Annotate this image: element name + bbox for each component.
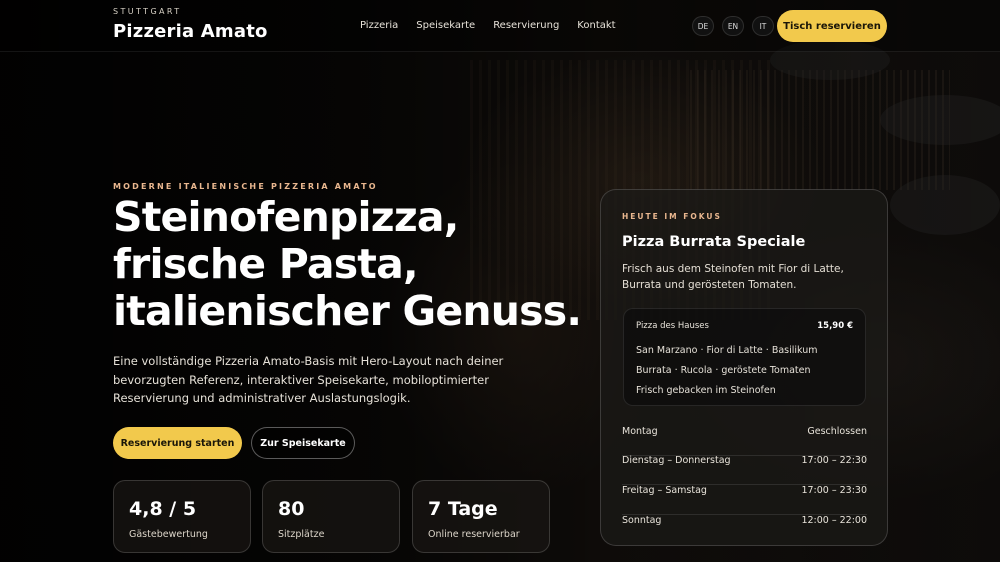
stat-value: 4,8 / 5 (129, 498, 197, 520)
hero-title: Steinofenpizza, frische Pasta, italienis… (113, 194, 583, 335)
hours-time: Geschlossen (807, 426, 867, 437)
hero-title-line: frische Pasta, (113, 240, 419, 288)
featured-item-price: 15,90 € (817, 321, 853, 331)
nav-kontakt[interactable]: Kontakt (577, 20, 615, 31)
nav-speisekarte[interactable]: Speisekarte (416, 20, 475, 31)
hours-day: Montag (622, 426, 658, 437)
main-nav: Pizzeria Speisekarte Reservierung Kontak… (360, 20, 634, 31)
featured-item-name: Pizza des Hauses (636, 321, 709, 331)
hero-description: Eine vollständige Pizzeria Amato-Basis m… (113, 354, 504, 405)
hours-day: Sonntag (622, 515, 662, 526)
focus-card: HEUTE IM FOKUS Pizza Burrata Speciale Fr… (600, 189, 888, 546)
lang-it-button[interactable]: IT (752, 16, 774, 36)
hero-eyebrow: MODERNE ITALIENISCHE PIZZERIA AMATO (113, 182, 378, 191)
hours-time: 12:00 – 22:00 (801, 515, 867, 526)
focus-title: Pizza Burrata Speciale (622, 234, 806, 250)
hours-day: Dienstag – Donnerstag (622, 455, 731, 466)
hero-title-line: Steinofenpizza, (113, 193, 459, 241)
ingredient-line: Burrata · Rucola · geröstete Tomaten (636, 365, 811, 376)
stat-label: Online reservierbar (428, 529, 520, 540)
language-switcher: DE EN IT (692, 16, 774, 36)
menu-link-button[interactable]: Zur Speisekarte (251, 427, 355, 459)
stat-rating: 4,8 / 5 Gästebewertung (113, 480, 251, 553)
stat-label: Sitzplätze (278, 529, 325, 540)
ingredient-line: San Marzano · Fior di Latte · Basilikum (636, 345, 818, 356)
stat-label: Gästebewertung (129, 529, 208, 540)
opening-hours-row: Dienstag – Donnerstag 17:00 – 22:30 (622, 455, 867, 485)
opening-hours-row: Freitag – Samstag 17:00 – 23:30 (622, 485, 867, 515)
nav-reservierung[interactable]: Reservierung (493, 20, 559, 31)
opening-hours-row: Sonntag 12:00 – 22:00 (622, 515, 867, 545)
reserve-table-button[interactable]: Tisch reservieren (777, 10, 887, 42)
stat-value: 80 (278, 498, 305, 520)
lang-de-button[interactable]: DE (692, 16, 714, 36)
hours-time: 17:00 – 22:30 (801, 455, 867, 466)
stat-value: 7 Tage (428, 498, 498, 520)
hero-title-line: italienischer Genuss. (113, 287, 582, 335)
nav-pizzeria[interactable]: Pizzeria (360, 20, 398, 31)
lang-en-button[interactable]: EN (722, 16, 744, 36)
focus-description: Frisch aus dem Steinofen mit Fior di Lat… (622, 263, 844, 291)
site-header: STUTTGART Pizzeria Amato Pizzeria Speise… (0, 0, 1000, 52)
stat-reservable: 7 Tage Online reservierbar (412, 480, 550, 553)
focus-eyebrow: HEUTE IM FOKUS (622, 212, 722, 221)
featured-item: Pizza des Hauses 15,90 € San Marzano · F… (623, 308, 866, 406)
brand-logo[interactable]: Pizzeria Amato (113, 21, 268, 42)
hours-time: 17:00 – 23:30 (801, 485, 867, 496)
brand-city: STUTTGART (113, 7, 182, 16)
hours-day: Freitag – Samstag (622, 485, 707, 496)
stat-seats: 80 Sitzplätze (262, 480, 400, 553)
opening-hours-row: Montag Geschlossen (622, 426, 867, 456)
ingredient-line: Frisch gebacken im Steinofen (636, 385, 776, 396)
start-reservation-button[interactable]: Reservierung starten (113, 427, 242, 459)
